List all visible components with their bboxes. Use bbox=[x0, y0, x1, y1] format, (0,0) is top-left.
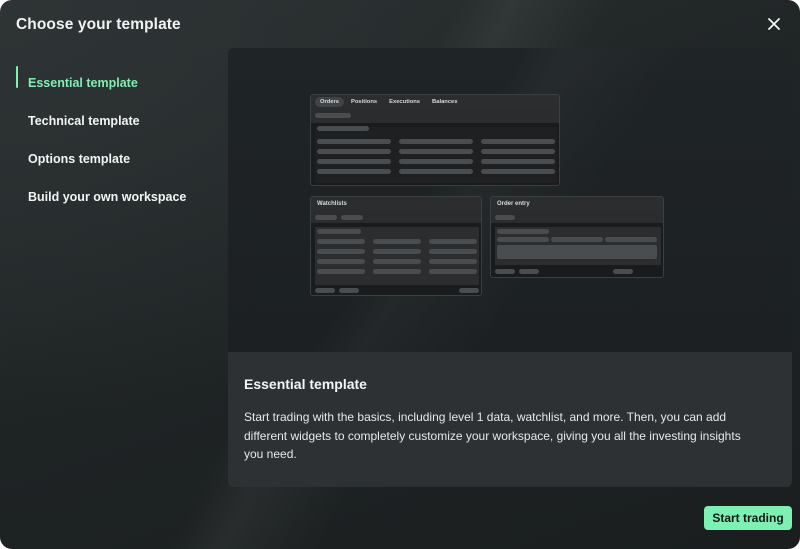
placeholder-bar bbox=[605, 237, 657, 242]
tab-positions: Positions bbox=[351, 99, 378, 105]
watchlists-header: Watchlists bbox=[311, 197, 481, 211]
description-title: Essential template bbox=[244, 376, 367, 392]
placeholder-bar bbox=[341, 215, 363, 220]
description-text: Start trading with the basics, including… bbox=[244, 410, 741, 461]
preview-orders-widget: Orders Positions Executions Balances bbox=[310, 94, 560, 186]
placeholder-block bbox=[315, 127, 557, 183]
modal-title: Choose your template bbox=[16, 16, 181, 33]
close-icon bbox=[768, 17, 780, 35]
template-detail-panel: Orders Positions Executions Balances Wat… bbox=[228, 48, 792, 487]
placeholder-bar bbox=[497, 229, 549, 234]
placeholder-bar bbox=[315, 113, 351, 118]
placeholder-bar bbox=[459, 288, 479, 293]
placeholder-bar bbox=[497, 245, 657, 259]
placeholder-bar bbox=[551, 237, 603, 242]
placeholder-bar bbox=[315, 215, 337, 220]
placeholder-bar bbox=[495, 215, 515, 220]
sidebar-item-options-template[interactable]: Options template bbox=[16, 140, 216, 178]
placeholder-bar bbox=[373, 259, 421, 264]
placeholder-bar bbox=[317, 169, 391, 174]
tab-balances: Balances bbox=[432, 99, 458, 105]
placeholder-bar bbox=[519, 269, 539, 274]
sidebar-item-technical-template[interactable]: Technical template bbox=[16, 102, 216, 140]
placeholder-bar bbox=[495, 269, 515, 274]
order-entry-title: Order entry bbox=[497, 201, 530, 207]
template-preview: Orders Positions Executions Balances Wat… bbox=[228, 48, 792, 352]
placeholder-bar bbox=[317, 269, 365, 274]
placeholder-bar bbox=[399, 139, 473, 144]
tab-executions: Executions bbox=[389, 99, 421, 105]
placeholder-bar bbox=[317, 149, 391, 154]
placeholder-block bbox=[315, 227, 479, 285]
sidebar-item-label: Options template bbox=[28, 152, 131, 166]
placeholder-bar bbox=[399, 149, 473, 154]
placeholder-bar bbox=[399, 159, 473, 164]
tab-orders: Orders bbox=[315, 97, 345, 107]
template-modal: Choose your template Essential template … bbox=[0, 0, 800, 549]
sidebar-item-essential-template[interactable]: Essential template bbox=[16, 64, 216, 102]
sidebar-item-label: Build your own workspace bbox=[28, 190, 187, 204]
placeholder-bar bbox=[481, 149, 555, 154]
placeholder-bar bbox=[373, 249, 421, 254]
placeholder-bar bbox=[317, 259, 365, 264]
placeholder-block bbox=[491, 211, 663, 223]
template-description: Essential template Start trading with th… bbox=[228, 352, 792, 487]
placeholder-bar bbox=[481, 159, 555, 164]
placeholder-bar bbox=[317, 139, 391, 144]
template-list: Essential template Technical template Op… bbox=[16, 64, 216, 216]
watchlists-title: Watchlists bbox=[317, 201, 347, 207]
placeholder-bar bbox=[373, 239, 421, 244]
placeholder-bar bbox=[429, 269, 477, 274]
placeholder-bar bbox=[317, 159, 391, 164]
placeholder-bar bbox=[429, 249, 477, 254]
order-entry-header: Order entry bbox=[491, 197, 663, 211]
close-button[interactable] bbox=[762, 14, 786, 38]
placeholder-bar bbox=[315, 288, 335, 293]
preview-order-entry-widget: Order entry bbox=[490, 196, 664, 278]
placeholder-bar bbox=[497, 237, 549, 242]
placeholder-bar bbox=[613, 269, 633, 274]
placeholder-bar bbox=[429, 259, 477, 264]
sidebar-item-label: Essential template bbox=[28, 76, 138, 90]
placeholder-bar bbox=[317, 239, 365, 244]
placeholder-bar bbox=[317, 229, 361, 234]
placeholder-bar bbox=[317, 126, 369, 131]
sidebar-item-build-your-own[interactable]: Build your own workspace bbox=[16, 178, 216, 216]
orders-tab-bar: Orders Positions Executions Balances bbox=[311, 95, 559, 109]
placeholder-bar bbox=[481, 139, 555, 144]
placeholder-bar bbox=[399, 169, 473, 174]
placeholder-bar bbox=[481, 169, 555, 174]
placeholder-bar bbox=[317, 249, 365, 254]
preview-watchlists-widget: Watchlists bbox=[310, 196, 482, 296]
sidebar-item-label: Technical template bbox=[28, 114, 140, 128]
placeholder-bar bbox=[373, 269, 421, 274]
placeholder-bar bbox=[429, 239, 477, 244]
placeholder-bar bbox=[339, 288, 359, 293]
start-trading-button[interactable]: Start trading bbox=[704, 506, 792, 530]
